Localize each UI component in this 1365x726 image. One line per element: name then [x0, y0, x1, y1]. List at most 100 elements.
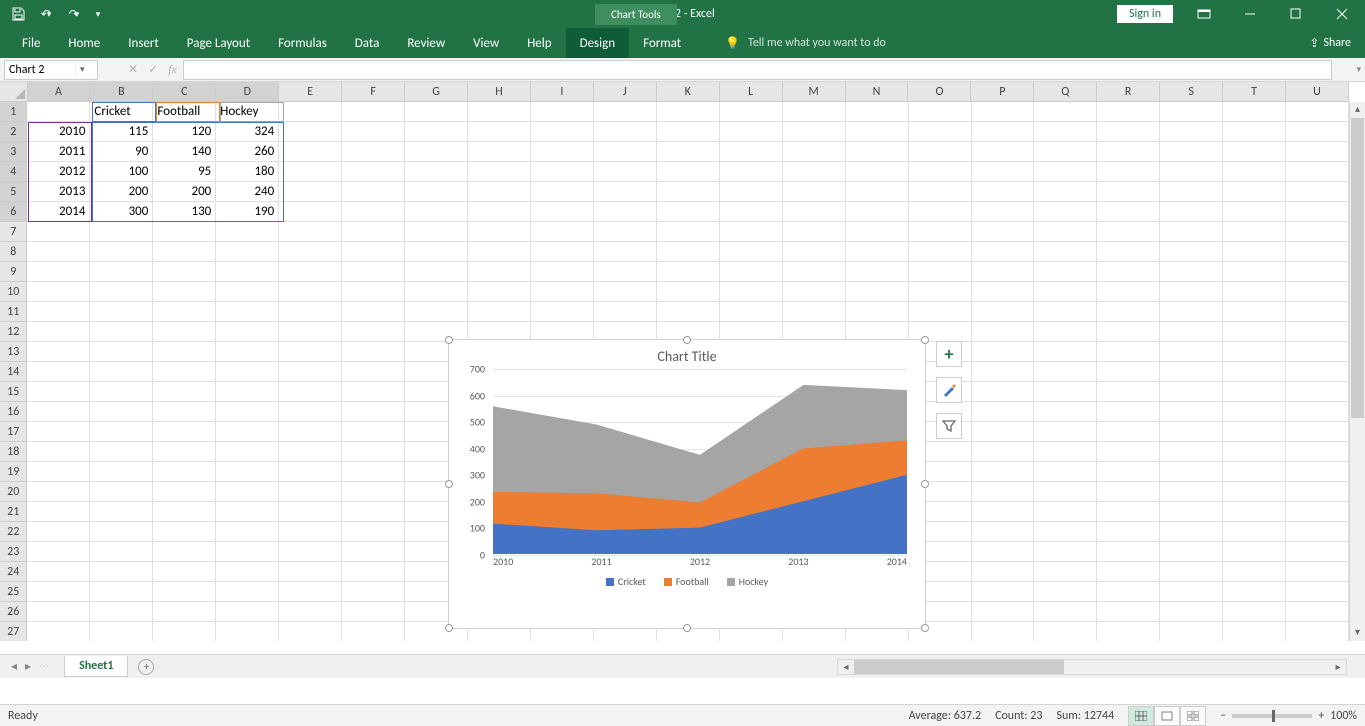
plot-area[interactable]: 0100200300400500600700 20102011201220132…: [463, 369, 911, 569]
cell[interactable]: [153, 582, 216, 602]
sheet-tab-active[interactable]: Sheet1: [64, 656, 128, 677]
row-header[interactable]: 14: [0, 362, 27, 382]
column-header[interactable]: E: [279, 82, 342, 102]
cell[interactable]: [342, 542, 405, 562]
tab-view[interactable]: View: [459, 28, 513, 58]
cell[interactable]: [1286, 342, 1349, 362]
cell[interactable]: [342, 162, 405, 182]
cell[interactable]: [153, 242, 216, 262]
cell[interactable]: [342, 402, 405, 422]
cell[interactable]: [1097, 582, 1160, 602]
cell[interactable]: [279, 122, 342, 142]
cell[interactable]: [342, 502, 405, 522]
cell[interactable]: [594, 182, 657, 202]
cell[interactable]: [279, 402, 342, 422]
cell[interactable]: [720, 142, 783, 162]
row-header[interactable]: 1: [0, 102, 27, 122]
cell[interactable]: [531, 302, 594, 322]
cell[interactable]: [1160, 582, 1223, 602]
cell[interactable]: [846, 102, 909, 122]
cell[interactable]: [594, 142, 657, 162]
cell[interactable]: [972, 182, 1035, 202]
tab-page-layout[interactable]: Page Layout: [173, 28, 264, 58]
cell[interactable]: [1097, 542, 1160, 562]
zoom-slider[interactable]: [1232, 714, 1312, 718]
cell[interactable]: [342, 362, 405, 382]
cell[interactable]: [279, 582, 342, 602]
cell[interactable]: [279, 322, 342, 342]
row-header[interactable]: 27: [0, 622, 27, 641]
legend-item[interactable]: Football: [664, 575, 709, 588]
cell[interactable]: [1097, 562, 1160, 582]
cell[interactable]: [342, 282, 405, 302]
column-header[interactable]: I: [531, 82, 594, 102]
cell[interactable]: [342, 602, 405, 622]
cell[interactable]: Cricket: [90, 102, 153, 122]
cell[interactable]: [468, 302, 531, 322]
cell[interactable]: [27, 382, 90, 402]
cell[interactable]: [1223, 142, 1286, 162]
cell[interactable]: [720, 202, 783, 222]
cell[interactable]: [972, 102, 1035, 122]
cell[interactable]: [972, 142, 1035, 162]
resize-handle[interactable]: [921, 624, 929, 632]
cell[interactable]: [1286, 602, 1349, 622]
cell[interactable]: [1097, 362, 1160, 382]
row-header[interactable]: 15: [0, 382, 27, 402]
zoom-thumb[interactable]: [1272, 710, 1275, 722]
cell[interactable]: [468, 102, 531, 122]
cell[interactable]: [909, 242, 972, 262]
tab-data[interactable]: Data: [341, 28, 394, 58]
cell[interactable]: [1286, 242, 1349, 262]
cell[interactable]: [1097, 302, 1160, 322]
normal-view-icon[interactable]: [1128, 706, 1154, 726]
cell[interactable]: [972, 302, 1035, 322]
cell[interactable]: [531, 142, 594, 162]
cell[interactable]: [1097, 482, 1160, 502]
cell[interactable]: [972, 602, 1035, 622]
cell[interactable]: [1097, 222, 1160, 242]
cell[interactable]: 240: [216, 182, 279, 202]
page-layout-view-icon[interactable]: [1154, 706, 1180, 726]
cell[interactable]: [1160, 542, 1223, 562]
cell[interactable]: 140: [153, 142, 216, 162]
cell[interactable]: [783, 282, 846, 302]
cell[interactable]: [90, 622, 153, 641]
cell[interactable]: [279, 522, 342, 542]
zoom-level[interactable]: 100%: [1330, 709, 1357, 723]
scroll-up-icon[interactable]: ▴: [1350, 102, 1365, 118]
cell[interactable]: [972, 162, 1035, 182]
cell[interactable]: [783, 122, 846, 142]
cell[interactable]: [90, 542, 153, 562]
cell[interactable]: [1034, 302, 1097, 322]
cell[interactable]: [153, 222, 216, 242]
cell[interactable]: [720, 182, 783, 202]
cell[interactable]: [972, 402, 1035, 422]
cell[interactable]: [279, 602, 342, 622]
cell[interactable]: [1286, 142, 1349, 162]
tab-formulas[interactable]: Formulas: [264, 28, 341, 58]
cell[interactable]: [594, 162, 657, 182]
cell[interactable]: [972, 542, 1035, 562]
cell[interactable]: [1286, 422, 1349, 442]
cell[interactable]: [1034, 462, 1097, 482]
cell[interactable]: [279, 442, 342, 462]
cell[interactable]: [279, 562, 342, 582]
cell[interactable]: [972, 382, 1035, 402]
cell[interactable]: [216, 442, 279, 462]
cell[interactable]: [909, 162, 972, 182]
row-header[interactable]: 3: [0, 142, 27, 162]
cell[interactable]: [1097, 462, 1160, 482]
cell[interactable]: [1223, 222, 1286, 242]
cell[interactable]: [342, 342, 405, 362]
cell[interactable]: [1160, 342, 1223, 362]
cell[interactable]: [405, 242, 468, 262]
cell[interactable]: [594, 122, 657, 142]
cancel-icon[interactable]: ✕: [128, 62, 138, 77]
cell[interactable]: [216, 382, 279, 402]
cell[interactable]: [216, 482, 279, 502]
cell[interactable]: [1286, 622, 1349, 641]
cell[interactable]: [1223, 262, 1286, 282]
tab-help[interactable]: Help: [513, 28, 565, 58]
cell[interactable]: [1160, 522, 1223, 542]
